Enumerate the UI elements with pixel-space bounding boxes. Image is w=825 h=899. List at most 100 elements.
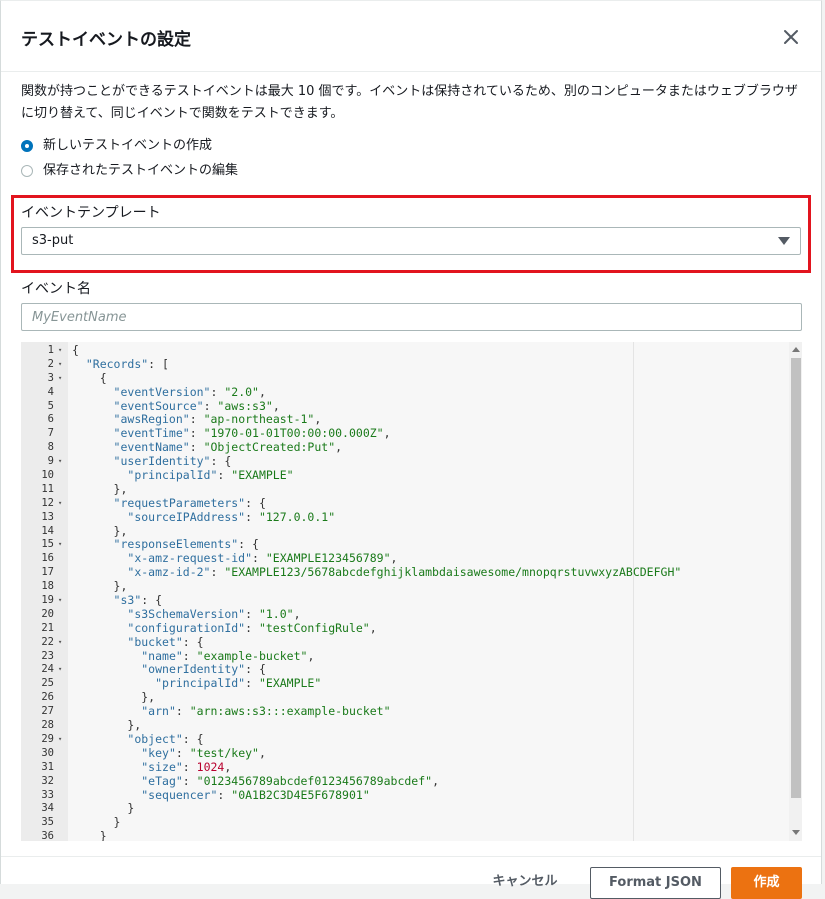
line-number: 12 (41, 496, 54, 509)
radio-unselected-icon[interactable] (21, 165, 33, 177)
cancel-button[interactable]: キャンセル (487, 867, 563, 899)
code-line[interactable]: 27 "arn": "arn:aws:s3:::example-bucket" (21, 704, 802, 719)
code-line[interactable]: 4 "eventVersion": "2.0", (21, 384, 802, 400)
code-text: }, (72, 718, 142, 733)
fold-arrow-icon[interactable]: ▾ (58, 663, 62, 677)
code-text: "name": "example-bucket", (141, 648, 315, 663)
scrollbar-thumb[interactable] (791, 358, 801, 798)
line-number: 25 (41, 677, 54, 690)
code-line[interactable]: 31 "size": 1024, (21, 759, 802, 775)
radio-label-edit: 保存されたテストイベントの編集 (43, 163, 239, 178)
code-line[interactable]: 13 "sourceIPAddress": "127.0.0.1" (21, 510, 802, 525)
code-text: }, (72, 690, 156, 705)
code-text: "x-amz-request-id": "EXAMPLE123456789", (127, 551, 398, 566)
code-line[interactable]: 22 ▾ "bucket": { (21, 635, 802, 650)
format-json-button[interactable]: Format JSON (590, 867, 721, 899)
fold-arrow-icon[interactable]: ▾ (58, 358, 62, 372)
code-line[interactable]: 6 "awsRegion": "ap-northeast-1", (21, 413, 802, 427)
code-text: "x-amz-id-2": "EXAMPLE123/5678abcdefghij… (127, 565, 682, 580)
fold-arrow-icon[interactable]: ▾ (58, 455, 62, 469)
line-number: 20 (41, 607, 54, 620)
code-text: "size": 1024, (141, 759, 232, 774)
fold-arrow-icon[interactable]: ▾ (58, 636, 62, 650)
code-line[interactable]: 32 "eTag": "0123456789abcdef0123456789ab… (21, 774, 802, 789)
scroll-up-icon[interactable] (792, 347, 800, 352)
test-event-dialog: テストイベントの設定 関数が持つことができるテストイベントは最大 10 個です。… (0, 0, 822, 899)
editor-scrollbar[interactable] (789, 342, 802, 841)
code-line[interactable]: 36 } (21, 829, 802, 841)
code-line[interactable]: 30 "key": "test/key", (21, 745, 802, 761)
line-number: 21 (41, 621, 54, 634)
code-line[interactable]: 12 ▾ "requestParameters": { (21, 496, 802, 511)
line-number: 9 (47, 455, 54, 468)
code-line[interactable]: 33 "sequencer": "0A1B2C3D4E5F678901" (21, 787, 802, 803)
code-line[interactable]: 28 }, (21, 718, 802, 733)
code-line[interactable]: 20 "s3SchemaVersion": "1.0", (21, 607, 802, 622)
code-line[interactable]: 35 } (21, 815, 802, 830)
code-line[interactable]: 7 "eventTime": "1970-01-01T00:00:00.000Z… (21, 426, 802, 441)
code-text: "userIdentity": { (113, 454, 232, 469)
code-text: "eventVersion": "2.0", (113, 384, 266, 399)
line-number: 8 (47, 441, 54, 454)
code-line[interactable]: 21 "configurationId": "testConfigRule", (21, 621, 802, 636)
line-number: 17 (41, 566, 54, 579)
code-line[interactable]: 16 "x-amz-request-id": "EXAMPLE123456789… (21, 551, 802, 566)
radio-create-new-event[interactable]: 新しいテストイベントの作成 (21, 136, 212, 156)
line-number: 36 (41, 830, 54, 841)
event-template-select[interactable]: s3-put (21, 227, 801, 255)
scroll-down-icon[interactable] (792, 830, 800, 835)
close-icon[interactable] (779, 25, 803, 49)
line-number: 2 (47, 357, 54, 370)
fold-arrow-icon[interactable]: ▾ (58, 538, 62, 552)
fold-arrow-icon[interactable]: ▾ (58, 594, 62, 608)
code-text: "principalId": "EXAMPLE" (155, 676, 322, 691)
code-line[interactable]: 3 ▾ { (21, 371, 802, 386)
line-number: 4 (47, 385, 54, 398)
code-text: "principalId": "EXAMPLE" (127, 468, 294, 483)
code-text: "key": "test/key", (141, 745, 266, 760)
event-name-input[interactable] (21, 303, 802, 331)
code-text: "eventName": "ObjectCreated:Put", (113, 440, 343, 455)
line-number: 30 (41, 746, 54, 759)
code-line[interactable]: 8 "eventName": "ObjectCreated:Put", (21, 440, 802, 455)
code-line[interactable]: 19 ▾ "s3": { (21, 593, 802, 608)
line-number: 27 (41, 705, 54, 718)
code-line[interactable]: 5 "eventSource": "aws:s3", (21, 399, 802, 414)
line-number: 33 (41, 788, 54, 801)
code-text: "responseElements": { (113, 537, 259, 552)
code-line[interactable]: 34 } (21, 801, 802, 816)
line-number: 13 (41, 510, 54, 523)
code-text: "sequencer": "0A1B2C3D4E5F678901" (141, 787, 370, 802)
code-line[interactable]: 10 "principalId": "EXAMPLE" (21, 468, 802, 483)
code-line[interactable]: 17 "x-amz-id-2": "EXAMPLE123/5678abcdefg… (21, 565, 802, 580)
editor-lines[interactable]: 1 ▾ {2 ▾ "Records": [3 ▾ {4 "eventVersion": … (21, 343, 802, 841)
code-line[interactable]: 1 ▾ { (21, 343, 802, 358)
code-line[interactable]: 9 ▾ "userIdentity": { (21, 454, 802, 469)
fold-arrow-icon[interactable]: ▾ (58, 497, 62, 511)
code-line[interactable]: 25 "principalId": "EXAMPLE" (21, 676, 802, 691)
code-line[interactable]: 14 }, (21, 524, 802, 539)
fold-arrow-icon[interactable]: ▾ (58, 372, 62, 386)
code-line[interactable]: 23 "name": "example-bucket", (21, 648, 802, 664)
code-line[interactable]: 2 ▾ "Records": [ (21, 357, 802, 372)
code-text: { (72, 343, 79, 357)
create-button[interactable]: 作成 (731, 867, 802, 899)
radio-edit-saved-event[interactable]: 保存されたテストイベントの編集 (21, 161, 238, 181)
line-number: 16 (41, 552, 54, 565)
fold-arrow-icon[interactable]: ▾ (58, 344, 62, 358)
code-text: }, (72, 579, 128, 594)
code-line[interactable]: 15 ▾ "responseElements": { (21, 538, 802, 552)
code-line[interactable]: 26 }, (21, 690, 802, 705)
radio-selected-icon[interactable] (21, 140, 33, 152)
fold-arrow-icon[interactable]: ▾ (58, 733, 62, 747)
line-number: 24 (41, 663, 54, 676)
line-number: 11 (41, 482, 54, 495)
code-text: } (72, 815, 121, 830)
code-line[interactable]: 24 ▾ "ownerIdentity": { (21, 663, 802, 677)
code-line[interactable]: 29 ▾ "object": { (21, 732, 802, 747)
event-template-label: イベントテンプレート (21, 205, 161, 221)
code-line[interactable]: 11 }, (21, 482, 802, 497)
line-number: 26 (41, 691, 54, 704)
code-line[interactable]: 18 }, (21, 579, 802, 594)
json-editor[interactable]: 1 ▾ {2 ▾ "Records": [3 ▾ {4 "eventVersion": … (21, 342, 802, 841)
